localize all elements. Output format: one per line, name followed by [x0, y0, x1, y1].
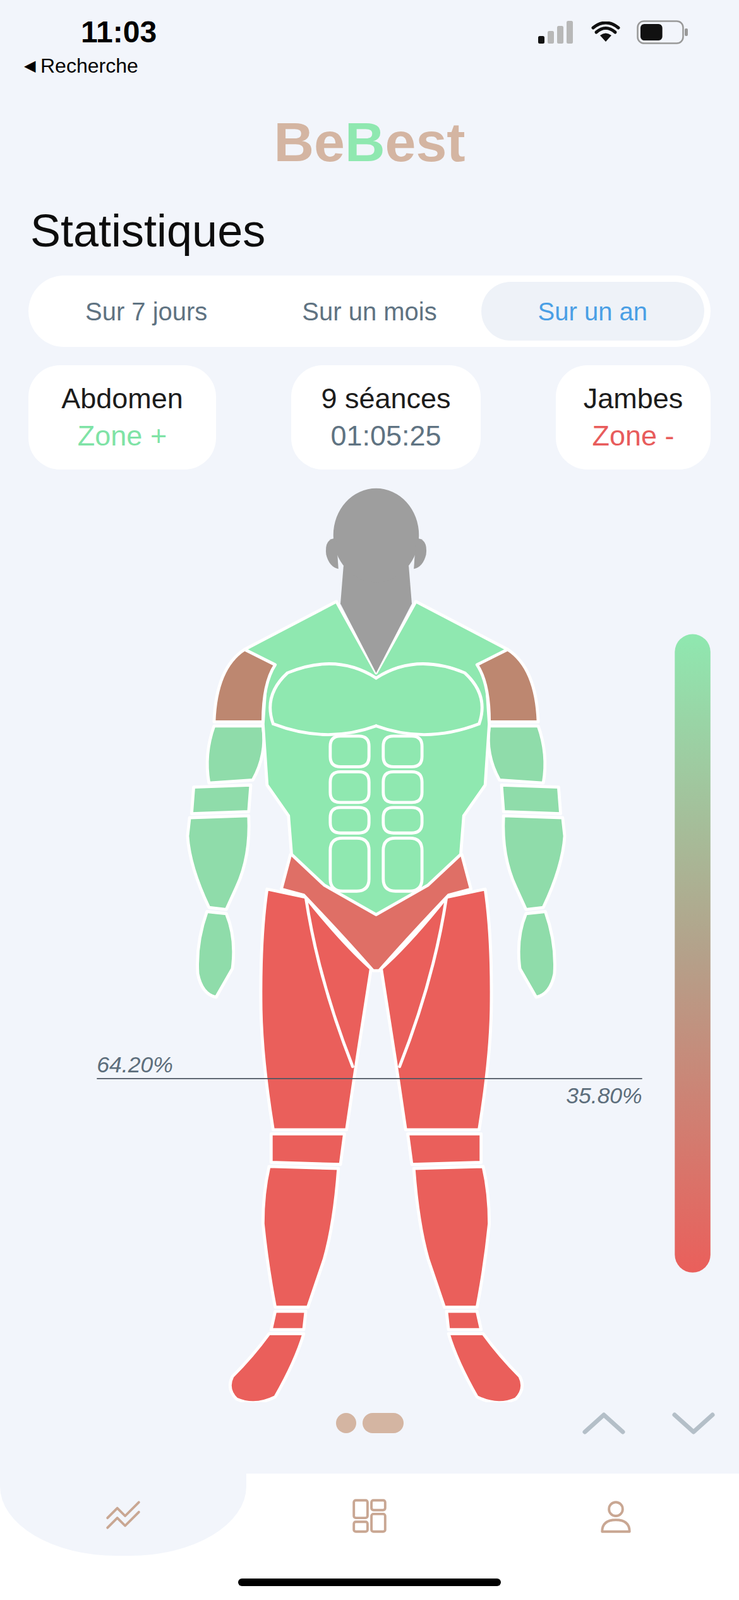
pager — [336, 1412, 404, 1433]
signal-icon — [538, 20, 575, 44]
summary-title: Jambes — [570, 380, 696, 418]
chevron-up-icon[interactable] — [581, 1409, 626, 1436]
back-arrow-icon[interactable]: ◀ — [24, 56, 36, 76]
period-tab[interactable]: Sur un an — [481, 281, 705, 341]
arms-shape[interactable] — [501, 784, 561, 813]
torso-outline — [375, 663, 482, 735]
body-map: 64.20% 35.80% — [0, 478, 739, 1402]
pager-row — [0, 1401, 739, 1443]
stats-icon[interactable] — [103, 1495, 143, 1535]
clock: 11:03 — [80, 13, 157, 51]
nav-tab[interactable] — [246, 1472, 493, 1556]
nav-tab[interactable] — [492, 1472, 739, 1556]
shoulders-shape[interactable] — [476, 649, 539, 722]
torso-shape[interactable] — [330, 807, 369, 833]
legs-shape[interactable] — [408, 1133, 482, 1164]
summary-card: JambesZone - — [555, 365, 711, 470]
upper-share: 64.20% — [96, 1051, 173, 1077]
logo-part: Be — [273, 110, 345, 174]
page-title: Statistiques — [0, 189, 739, 276]
arms-shape[interactable] — [488, 725, 546, 783]
arms-shape[interactable] — [187, 815, 249, 909]
nav-tab[interactable] — [0, 1472, 247, 1556]
period-tab[interactable]: Sur 7 jours — [34, 281, 258, 341]
back-link[interactable]: ◀Recherche — [0, 53, 739, 79]
pager-dot[interactable] — [362, 1412, 404, 1433]
torso-shape[interactable] — [383, 735, 422, 767]
torso-shape[interactable] — [383, 837, 422, 891]
bottom-nav — [0, 1472, 739, 1600]
summary-card: AbdomenZone + — [28, 365, 217, 470]
period-tab[interactable]: Sur un mois — [257, 281, 481, 341]
status-icons — [538, 20, 689, 45]
color-scale — [674, 634, 710, 1273]
torso-shape[interactable] — [330, 771, 369, 802]
legs-shape[interactable] — [270, 1310, 306, 1329]
head-shape[interactable] — [413, 538, 427, 569]
arms-shape[interactable] — [503, 815, 565, 909]
split-line — [96, 1077, 642, 1079]
torso-outline — [270, 663, 377, 735]
summary-title: Abdomen — [43, 380, 201, 418]
summary-value: Zone + — [43, 417, 201, 455]
body-map-area: 64.20% 35.80% — [0, 478, 739, 1402]
home-indicator — [238, 1577, 501, 1586]
lower-share: 35.80% — [565, 1082, 642, 1108]
legs-shape[interactable] — [270, 1133, 345, 1164]
arms-shape[interactable] — [197, 911, 234, 998]
arms-shape[interactable] — [207, 725, 265, 783]
torso-shape[interactable] — [383, 807, 422, 833]
summary-value: Zone - — [570, 417, 696, 455]
logo-part: B — [344, 110, 386, 174]
chevron-down-icon[interactable] — [671, 1409, 716, 1436]
period-tabs: Sur 7 joursSur un moisSur un an — [28, 275, 711, 347]
torso-shape[interactable] — [383, 771, 422, 802]
back-label[interactable]: Recherche — [40, 53, 139, 79]
legs-shape[interactable] — [446, 1310, 482, 1329]
head-shape[interactable] — [333, 488, 420, 583]
legs-shape[interactable] — [262, 1165, 338, 1307]
pager-dot[interactable] — [336, 1412, 357, 1433]
app-logo: BeBest — [0, 94, 739, 190]
profile-icon[interactable] — [596, 1495, 636, 1535]
torso-shape[interactable] — [330, 837, 369, 891]
legs-shape[interactable] — [448, 1333, 523, 1402]
summary-title: 9 séances — [306, 380, 466, 418]
wifi-icon — [591, 21, 621, 43]
head-region[interactable] — [325, 488, 427, 673]
summary-card: 9 séances01:05:25 — [291, 365, 481, 470]
arms-shape[interactable] — [518, 911, 555, 998]
summary-value: 01:05:25 — [306, 417, 466, 455]
head-shape[interactable] — [325, 538, 339, 569]
shoulders-shape[interactable] — [214, 649, 276, 722]
battery-icon — [636, 20, 689, 45]
legs-shape[interactable] — [229, 1333, 304, 1402]
dashboard-icon[interactable] — [349, 1495, 390, 1535]
chevrons — [403, 1409, 739, 1436]
logo-part: est — [384, 110, 465, 174]
summary-row: AbdomenZone +9 séances01:05:25JambesZone… — [28, 365, 711, 470]
torso-shape[interactable] — [330, 735, 369, 767]
arms-shape[interactable] — [191, 784, 251, 813]
status-bar: 11:03◀Recherche — [0, 0, 739, 95]
legs-shape[interactable] — [413, 1165, 489, 1307]
